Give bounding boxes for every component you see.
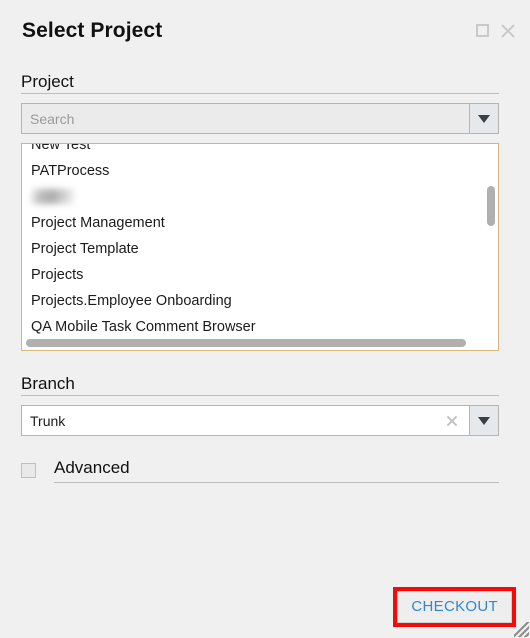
- horizontal-scrollbar-thumb[interactable]: [26, 339, 466, 347]
- advanced-row: Advanced: [21, 458, 499, 484]
- vertical-scrollbar-thumb[interactable]: [487, 186, 495, 226]
- checkout-button[interactable]: CHECKOUT: [397, 591, 512, 623]
- project-search-input[interactable]: Search: [21, 103, 469, 134]
- project-search-combo[interactable]: Search: [21, 103, 499, 134]
- advanced-label: Advanced: [54, 458, 136, 478]
- maximize-icon[interactable]: [476, 24, 489, 37]
- dialog-title: Select Project: [22, 19, 163, 42]
- project-section-label: Project: [21, 72, 80, 92]
- project-list-box[interactable]: New Test PATProcess Project Management Proj…: [21, 143, 499, 351]
- section-divider: [21, 93, 499, 94]
- branch-section-label: Branch: [21, 374, 81, 394]
- checkout-highlight-box: CHECKOUT: [393, 587, 516, 627]
- vertical-scrollbar[interactable]: [486, 145, 497, 337]
- project-list-item[interactable]: Projects: [22, 262, 498, 288]
- window-controls: [476, 22, 516, 39]
- project-list-item-label: Project Management: [31, 215, 165, 231]
- dialog-titlebar: Select Project: [0, 0, 530, 62]
- advanced-checkbox[interactable]: [21, 463, 36, 478]
- chevron-down-icon: [478, 416, 490, 425]
- project-list-item-label: Projects: [31, 267, 84, 283]
- project-list-item-label: New Test: [31, 143, 91, 153]
- clear-x-icon[interactable]: [445, 414, 459, 428]
- project-list-item[interactable]: Projects.Employee Onboarding: [22, 288, 498, 314]
- project-list-item-label: Project Template: [31, 241, 139, 257]
- horizontal-scrollbar[interactable]: [23, 338, 497, 349]
- project-list-item-label: QA Mobile Task Comment Browser: [31, 319, 256, 335]
- project-list-item-label: Projects.Employee Onboarding: [31, 293, 232, 309]
- project-list-item-label: PATProcess: [31, 163, 110, 179]
- project-list-item[interactable]: Project Template: [22, 236, 498, 262]
- branch-value: Trunk: [30, 412, 66, 429]
- section-divider: [21, 395, 499, 396]
- project-list-item[interactable]: Project Management: [22, 210, 498, 236]
- project-list-item[interactable]: PATProcess: [22, 158, 498, 184]
- section-divider: [54, 482, 499, 483]
- close-icon[interactable]: [499, 22, 516, 39]
- project-search-placeholder: Search: [30, 110, 75, 127]
- branch-section-header: Branch: [21, 374, 499, 396]
- project-list: New Test PATProcess Project Management Proj…: [22, 143, 498, 340]
- project-list-item[interactable]: New Test: [22, 143, 498, 158]
- project-list-item[interactable]: QA Mobile Task Comment Browser: [22, 314, 498, 340]
- project-dropdown-button[interactable]: [469, 103, 499, 134]
- branch-dropdown-button[interactable]: [469, 405, 499, 436]
- branch-input[interactable]: Trunk: [21, 405, 469, 436]
- project-section-header: Project: [21, 72, 499, 94]
- resize-grip-icon[interactable]: [514, 622, 529, 637]
- branch-combo[interactable]: Trunk: [21, 405, 499, 436]
- project-list-item[interactable]: [22, 184, 498, 210]
- select-project-dialog: Select Project Project Search New Test PA…: [0, 0, 530, 638]
- chevron-down-icon: [478, 114, 490, 123]
